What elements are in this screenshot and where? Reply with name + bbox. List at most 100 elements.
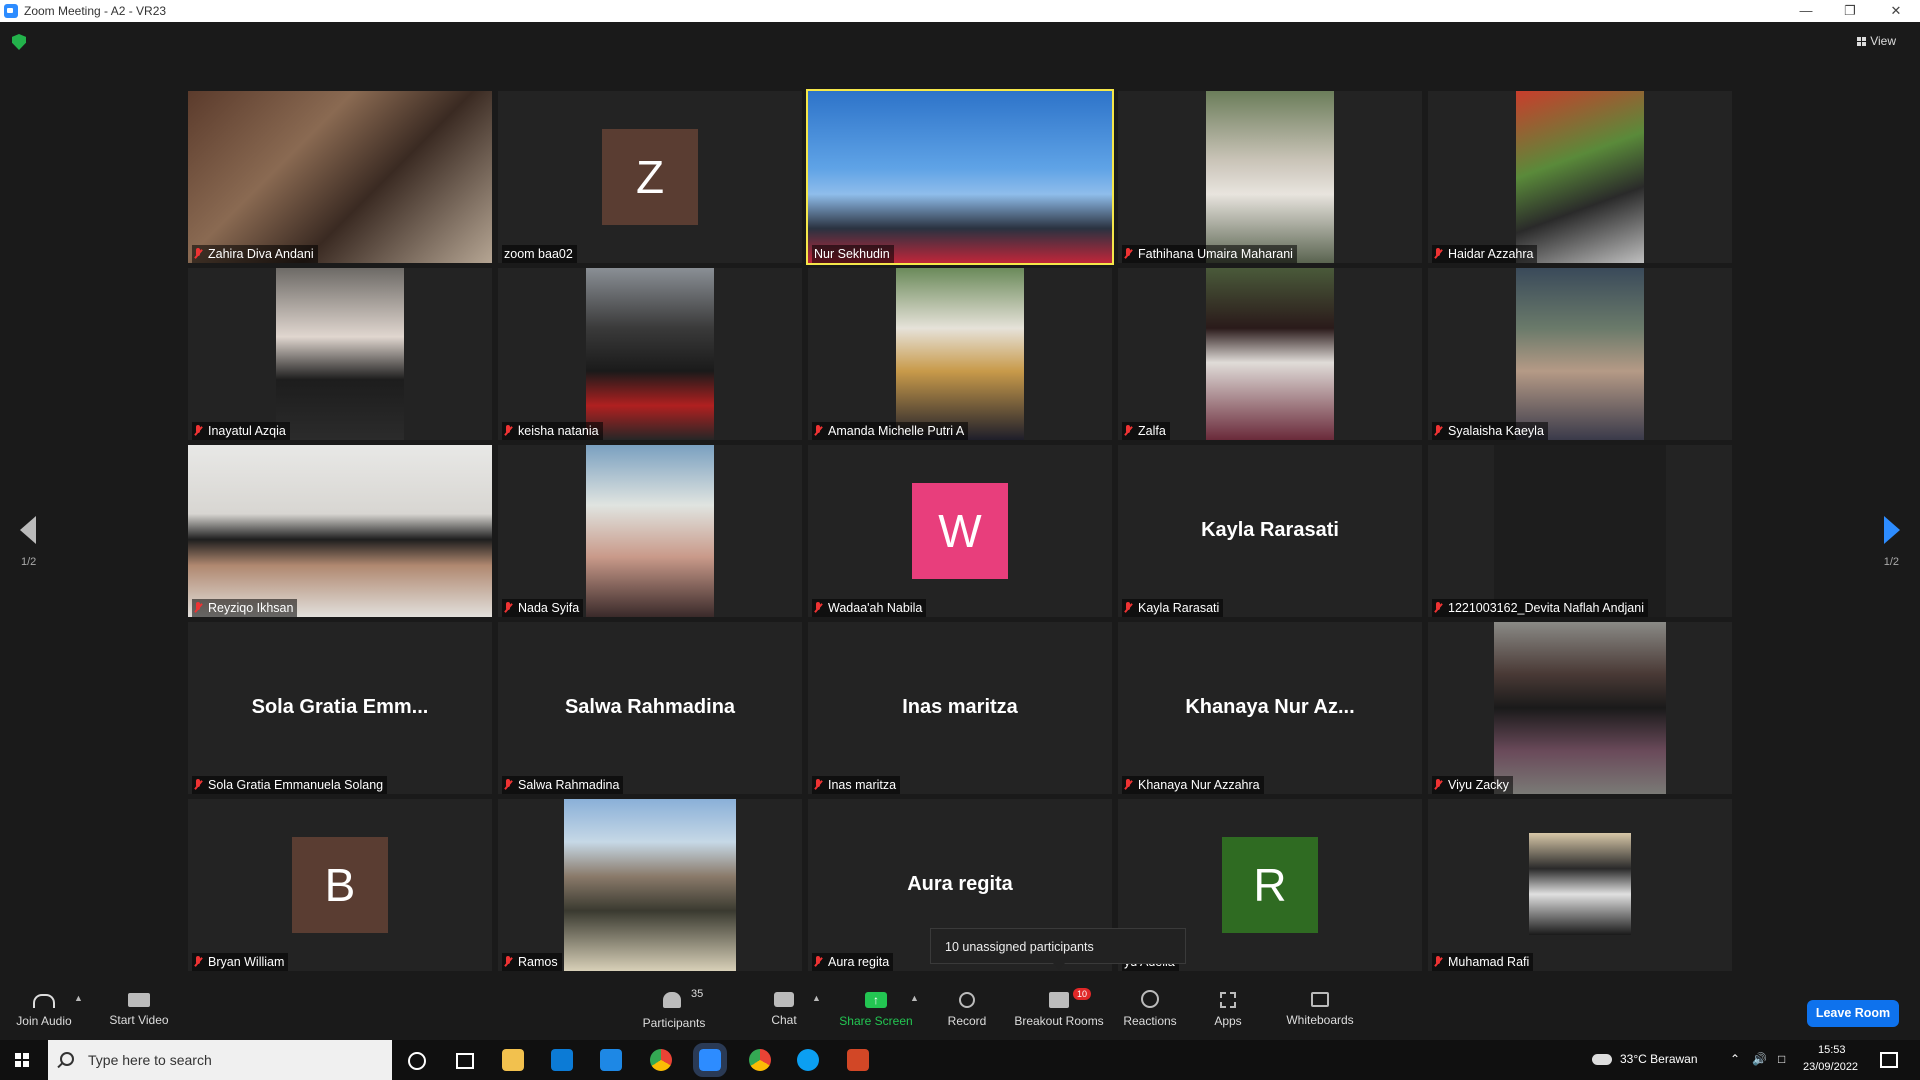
avatar: B <box>292 837 388 933</box>
share-screen-button[interactable]: ↑ Share Screen <box>838 990 914 1028</box>
apps-button[interactable]: Apps <box>1208 990 1248 1028</box>
participant-tile[interactable]: W Wadaa'ah Nabila <box>808 445 1112 617</box>
zoom-taskbar-icon[interactable] <box>693 1043 727 1077</box>
page-indicator-left: 1/2 <box>21 556 37 568</box>
join-audio-button[interactable]: Join Audio <box>14 990 74 1028</box>
leave-room-button[interactable]: Leave Room <box>1807 1000 1899 1027</box>
video-off-icon <box>128 993 150 1007</box>
participant-display-name: Kayla Rarasati <box>1201 519 1339 541</box>
clock-time[interactable]: 15:53 <box>1818 1044 1846 1056</box>
volume-icon[interactable]: 🔊 <box>1752 1052 1767 1066</box>
participant-tile[interactable]: Sola Gratia Emm... Sola Gratia Emmanuela… <box>188 622 492 794</box>
restore-icon[interactable]: ❐ <box>1836 2 1864 20</box>
participant-tile[interactable]: Inas maritza Inas maritza <box>808 622 1112 794</box>
participants-button[interactable]: 35 Participants <box>636 988 712 1030</box>
participant-tile[interactable]: Inayatul Azqia <box>188 268 492 440</box>
participant-tile[interactable]: keisha natania <box>498 268 802 440</box>
video-feed <box>586 445 714 617</box>
muted-mic-icon <box>194 779 202 790</box>
store-icon[interactable] <box>551 1049 573 1071</box>
participant-tile[interactable]: Viyu Zacky <box>1428 622 1732 794</box>
video-feed <box>1494 445 1666 617</box>
cortana-icon[interactable] <box>408 1052 426 1070</box>
muted-mic-icon <box>1434 956 1442 967</box>
share-options-caret[interactable]: ▲ <box>910 993 919 1003</box>
participant-name-label: Fathihana Umaira Maharani <box>1122 245 1297 263</box>
muted-mic-icon <box>194 248 202 259</box>
next-page-icon[interactable] <box>1884 516 1900 544</box>
participant-name-label: Syalaisha Kaeyla <box>1432 422 1548 440</box>
windows-taskbar: Type here to search 33°C Berawan ⌃ 🔊 □ 1… <box>0 1040 1920 1080</box>
mail-icon[interactable] <box>600 1049 622 1071</box>
powerpoint-icon[interactable] <box>847 1049 869 1071</box>
task-view-icon[interactable] <box>456 1053 474 1069</box>
clock-date[interactable]: 23/09/2022 <box>1803 1061 1858 1073</box>
file-explorer-icon[interactable] <box>502 1049 524 1071</box>
participant-name-label: zoom baa02 <box>502 245 577 263</box>
participant-tile[interactable]: Muhamad Rafi <box>1428 799 1732 971</box>
participant-tile[interactable]: Zahira Diva Andani <box>188 91 492 263</box>
participant-name-label: Sola Gratia Emmanuela Solang <box>192 776 388 794</box>
muted-mic-icon <box>814 425 822 436</box>
chat-options-caret[interactable]: ▲ <box>812 993 821 1003</box>
security-shield-icon[interactable] <box>12 34 26 50</box>
breakout-rooms-button[interactable]: 10 Breakout Rooms <box>1012 988 1106 1028</box>
muted-mic-icon <box>1434 248 1442 259</box>
participant-display-name: Salwa Rahmadina <box>564 696 736 718</box>
participant-tile[interactable]: Reyziqo Ikhsan <box>188 445 492 617</box>
participant-tile[interactable]: Zalfa <box>1118 268 1422 440</box>
muted-mic-icon <box>1124 779 1132 790</box>
participant-tile[interactable]: Syalaisha Kaeyla <box>1428 268 1732 440</box>
avatar: W <box>912 483 1008 579</box>
whiteboards-button[interactable]: Whiteboards <box>1280 990 1360 1027</box>
windows-start-icon[interactable] <box>15 1053 29 1067</box>
participant-display-name: Khanaya Nur Az... <box>1185 696 1355 718</box>
participant-grid: Zahira Diva Andani Z zoom baa02 Nur Sekh… <box>188 89 1732 971</box>
participant-name-label: Khanaya Nur Azzahra <box>1122 776 1264 794</box>
muted-mic-icon <box>194 425 202 436</box>
participant-name-label: Haidar Azzahra <box>1432 245 1538 263</box>
participant-tile[interactable]: B Bryan William <box>188 799 492 971</box>
weather-text[interactable]: 33°C Berawan <box>1620 1052 1698 1066</box>
network-icon[interactable]: □ <box>1778 1052 1785 1066</box>
participant-tile[interactable]: 1221003162_Devita Naflah Andjani <box>1428 445 1732 617</box>
tray-chevron-icon[interactable]: ⌃ <box>1730 1052 1740 1066</box>
chat-button[interactable]: Chat <box>764 990 804 1027</box>
participant-tile[interactable]: Kayla Rarasati Kayla Rarasati <box>1118 445 1422 617</box>
participant-name-label: keisha natania <box>502 422 603 440</box>
participant-tile[interactable]: Khanaya Nur Az... Khanaya Nur Azzahra <box>1118 622 1422 794</box>
weather-icon <box>1592 1054 1612 1065</box>
view-button[interactable]: View <box>1857 34 1896 48</box>
muted-mic-icon <box>814 779 822 790</box>
minimize-icon[interactable]: — <box>1792 2 1820 20</box>
reactions-button[interactable]: Reactions <box>1122 990 1178 1028</box>
taskbar-search-box[interactable]: Type here to search <box>48 1040 392 1080</box>
participant-name-label: Inas maritza <box>812 776 901 794</box>
search-placeholder: Type here to search <box>88 1052 212 1068</box>
share-screen-icon: ↑ <box>865 992 887 1008</box>
participant-name-label: Amanda Michelle Putri A <box>812 422 969 440</box>
muted-mic-icon <box>1434 425 1442 436</box>
video-feed <box>1529 833 1631 935</box>
close-icon[interactable]: ✕ <box>1882 2 1910 20</box>
record-button[interactable]: Record <box>940 990 994 1028</box>
chrome-profile-icon[interactable] <box>749 1049 771 1071</box>
participant-name-label: Reyziqo Ikhsan <box>192 599 298 617</box>
participant-tile[interactable]: Fathihana Umaira Maharani <box>1118 91 1422 263</box>
active-speaker-tile[interactable]: Nur Sekhudin <box>806 89 1114 265</box>
notifications-icon[interactable] <box>1880 1052 1898 1068</box>
muted-mic-icon <box>194 602 202 613</box>
teamviewer-icon[interactable] <box>797 1049 819 1071</box>
participant-tile[interactable]: Salwa Rahmadina Salwa Rahmadina <box>498 622 802 794</box>
participant-tile[interactable]: Nada Syifa <box>498 445 802 617</box>
participant-tile[interactable]: Z zoom baa02 <box>498 91 802 263</box>
previous-page-icon[interactable] <box>20 516 36 544</box>
participant-tile[interactable]: Amanda Michelle Putri A <box>808 268 1112 440</box>
audio-options-caret[interactable]: ▲ <box>74 993 83 1003</box>
chrome-icon[interactable] <box>650 1049 672 1071</box>
start-video-button[interactable]: Start Video <box>104 990 174 1027</box>
participant-tile[interactable]: Ramos <box>498 799 802 971</box>
participant-tile[interactable]: Haidar Azzahra <box>1428 91 1732 263</box>
participant-name-label: Salwa Rahmadina <box>502 776 624 794</box>
reactions-icon <box>1141 990 1159 1008</box>
